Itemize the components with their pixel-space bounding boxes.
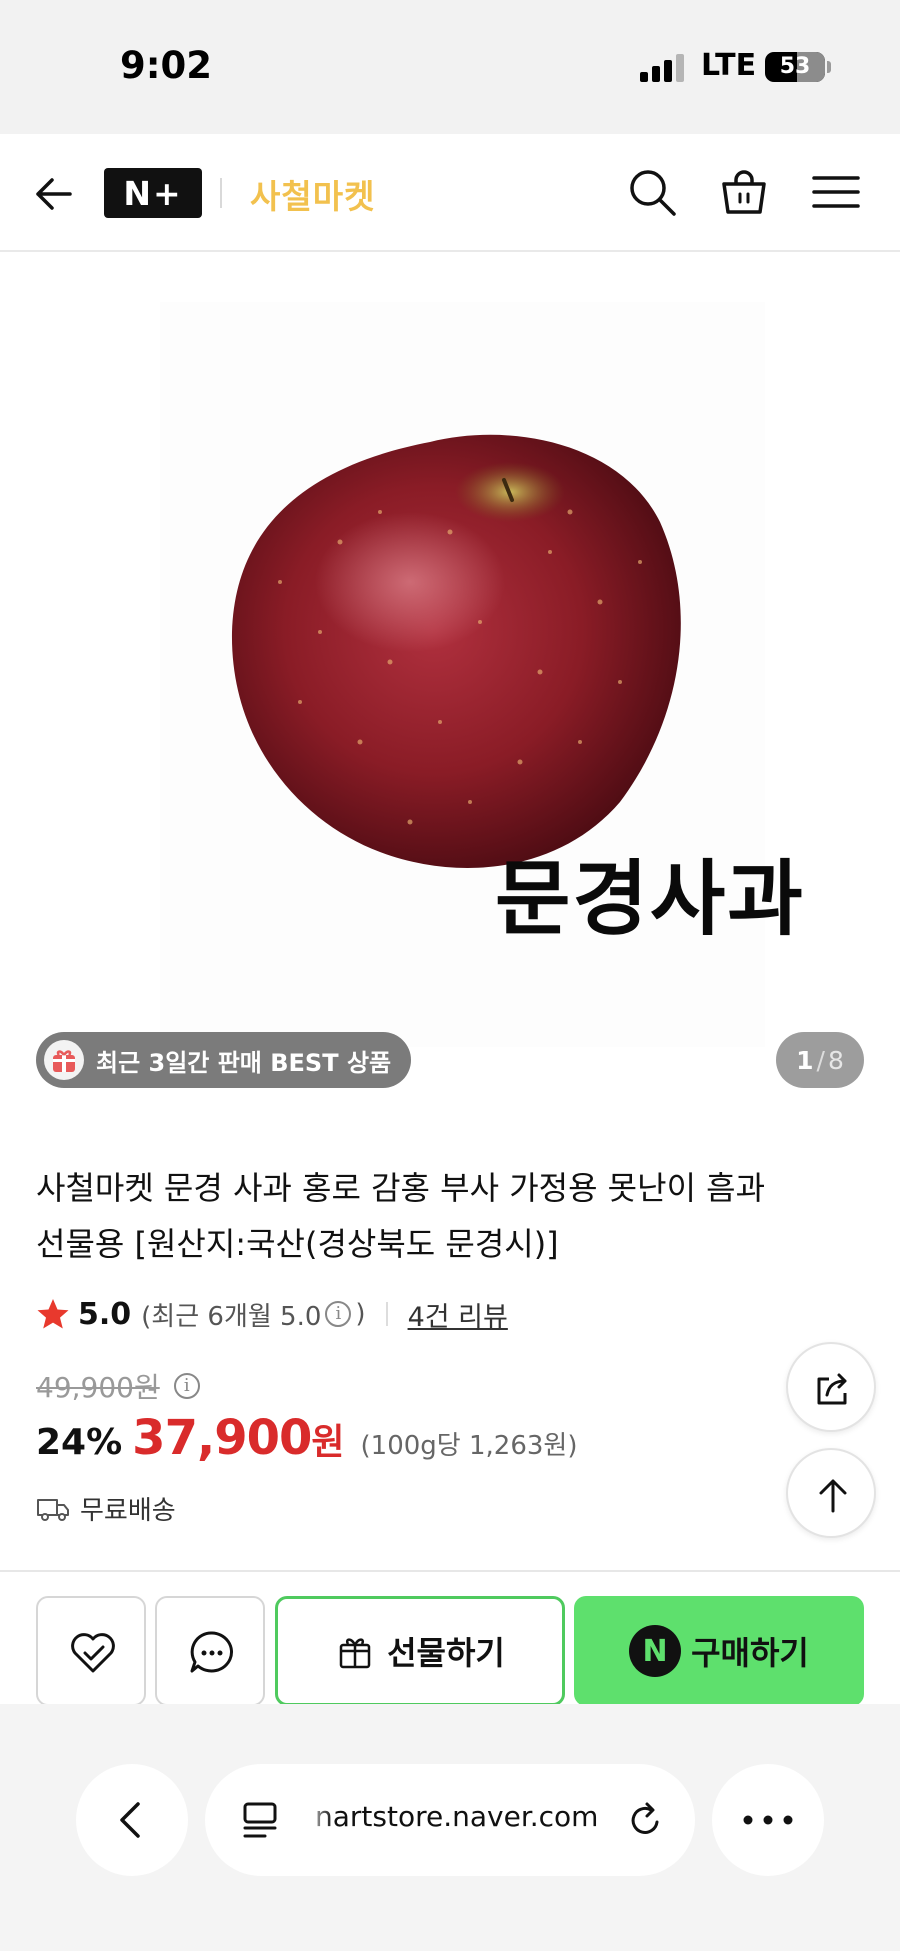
share-icon <box>817 1373 847 1405</box>
search-icon <box>630 170 676 216</box>
currency-unit: 원 <box>311 1422 345 1463</box>
back-button[interactable] <box>30 170 78 218</box>
cart-button[interactable] <box>716 164 772 220</box>
battery-cap <box>827 61 831 73</box>
scroll-top-button[interactable] <box>786 1448 876 1538</box>
info-icon[interactable]: i <box>325 1301 352 1327</box>
shipping-text: 무료배송 <box>80 1496 176 1526</box>
battery-icon: 53 <box>765 52 825 82</box>
discount-rate: 24% <box>36 1422 123 1463</box>
rating-score: 5.0 <box>78 1296 132 1332</box>
arrow-left-icon <box>36 178 72 210</box>
review-count-link[interactable]: 4건 리뷰 <box>408 1295 508 1334</box>
best-seller-badge: 최근 3일간 판매 BEST 상품 <box>36 1032 412 1088</box>
gift-button[interactable]: 선물하기 <box>275 1596 565 1706</box>
gift-box-icon <box>44 1040 84 1080</box>
rating-note: (최근 6개월 5.0 <box>141 1301 322 1332</box>
browser-back-button[interactable] <box>76 1764 188 1876</box>
current-page: 1 <box>796 1045 814 1075</box>
gift-button-label: 선물하기 <box>387 1634 505 1672</box>
wishlist-button[interactable] <box>36 1596 146 1706</box>
image-page-counter: 1 / 8 <box>776 1032 864 1088</box>
total-pages: 8 <box>827 1045 844 1075</box>
best-badge-text: 최근 3일간 판매 BEST 상품 <box>96 1048 392 1077</box>
arrow-up-icon <box>819 1479 847 1513</box>
store-name[interactable]: 사철마켓 <box>250 170 375 218</box>
url-text: nartstore.naver.com <box>315 1800 599 1833</box>
original-price-row: 49,900원 i <box>36 1366 204 1406</box>
buy-button-label: 구매하기 <box>691 1634 809 1672</box>
network-type: LTE <box>701 48 757 83</box>
menu-icon <box>812 176 860 208</box>
browser-toolbar: nartstore.naver.com <box>0 1704 900 1951</box>
menu-button[interactable] <box>808 164 864 220</box>
rating-divider <box>385 1302 388 1326</box>
unit-price: (100g당 1,263원) <box>360 1431 578 1461</box>
naver-pay-icon: N <box>629 1625 682 1677</box>
rating-note-close: ) <box>355 1299 366 1329</box>
truck-icon <box>37 1498 69 1521</box>
battery-percent: 53 <box>779 54 811 79</box>
cellular-signal-icon <box>640 54 684 82</box>
product-title-line-2: 선물용 [원산지:국산(경상북도 문경시)] <box>36 1225 559 1263</box>
shopping-bag-icon <box>722 170 766 214</box>
purchase-action-bar: 선물하기 N 구매하기 <box>0 1570 900 1706</box>
heart-check-icon <box>71 1633 115 1673</box>
shipping-row: 무료배송 <box>36 1490 176 1527</box>
more-options-button[interactable] <box>712 1764 824 1876</box>
search-button[interactable] <box>624 164 680 220</box>
chat-button[interactable] <box>155 1596 265 1706</box>
rating-row: 5.0 (최근 6개월 5.0 i ) 4건 리뷰 <box>36 1294 508 1334</box>
status-bar: 9:02 LTE 53 <box>0 0 900 134</box>
price-info-icon[interactable]: i <box>173 1373 200 1399</box>
buy-button[interactable]: N 구매하기 <box>574 1596 864 1706</box>
reload-icon[interactable] <box>625 1800 665 1840</box>
image-caption: 문경사과 <box>495 852 805 947</box>
url-fade <box>303 1794 333 1844</box>
star-icon <box>37 1299 69 1329</box>
product-title: 사철마켓 문경 사과 홍로 감홍 부사 가정용 못난이 흠과 선물용 [원산지:… <box>36 1160 836 1272</box>
product-title-line-1: 사철마켓 문경 사과 홍로 감홍 부사 가정용 못난이 흠과 <box>36 1169 766 1207</box>
product-image-gallery[interactable]: 문경사과 최근 3일간 판매 BEST 상품 1 / 8 <box>0 252 900 1102</box>
sale-price-row: 24% 37,900 원 (100g당 1,263원) <box>36 1410 578 1470</box>
status-time: 9:02 <box>120 44 213 87</box>
address-bar[interactable]: nartstore.naver.com <box>205 1764 695 1876</box>
share-button[interactable] <box>786 1342 876 1432</box>
original-price: 49,900원 <box>36 1371 160 1404</box>
page-separator: / <box>816 1045 825 1075</box>
header-divider <box>220 178 222 208</box>
gift-icon <box>339 1638 371 1669</box>
chat-bubble-icon <box>190 1631 233 1673</box>
naver-plus-logo[interactable]: N+ <box>104 168 202 218</box>
store-header: N+ 사철마켓 <box>0 134 900 252</box>
more-dots-icon <box>743 1815 793 1825</box>
page-menu-icon[interactable] <box>241 1800 281 1840</box>
chevron-left-icon <box>120 1802 140 1838</box>
sale-price: 37,900 <box>132 1410 312 1466</box>
apple-illustration <box>231 434 681 868</box>
